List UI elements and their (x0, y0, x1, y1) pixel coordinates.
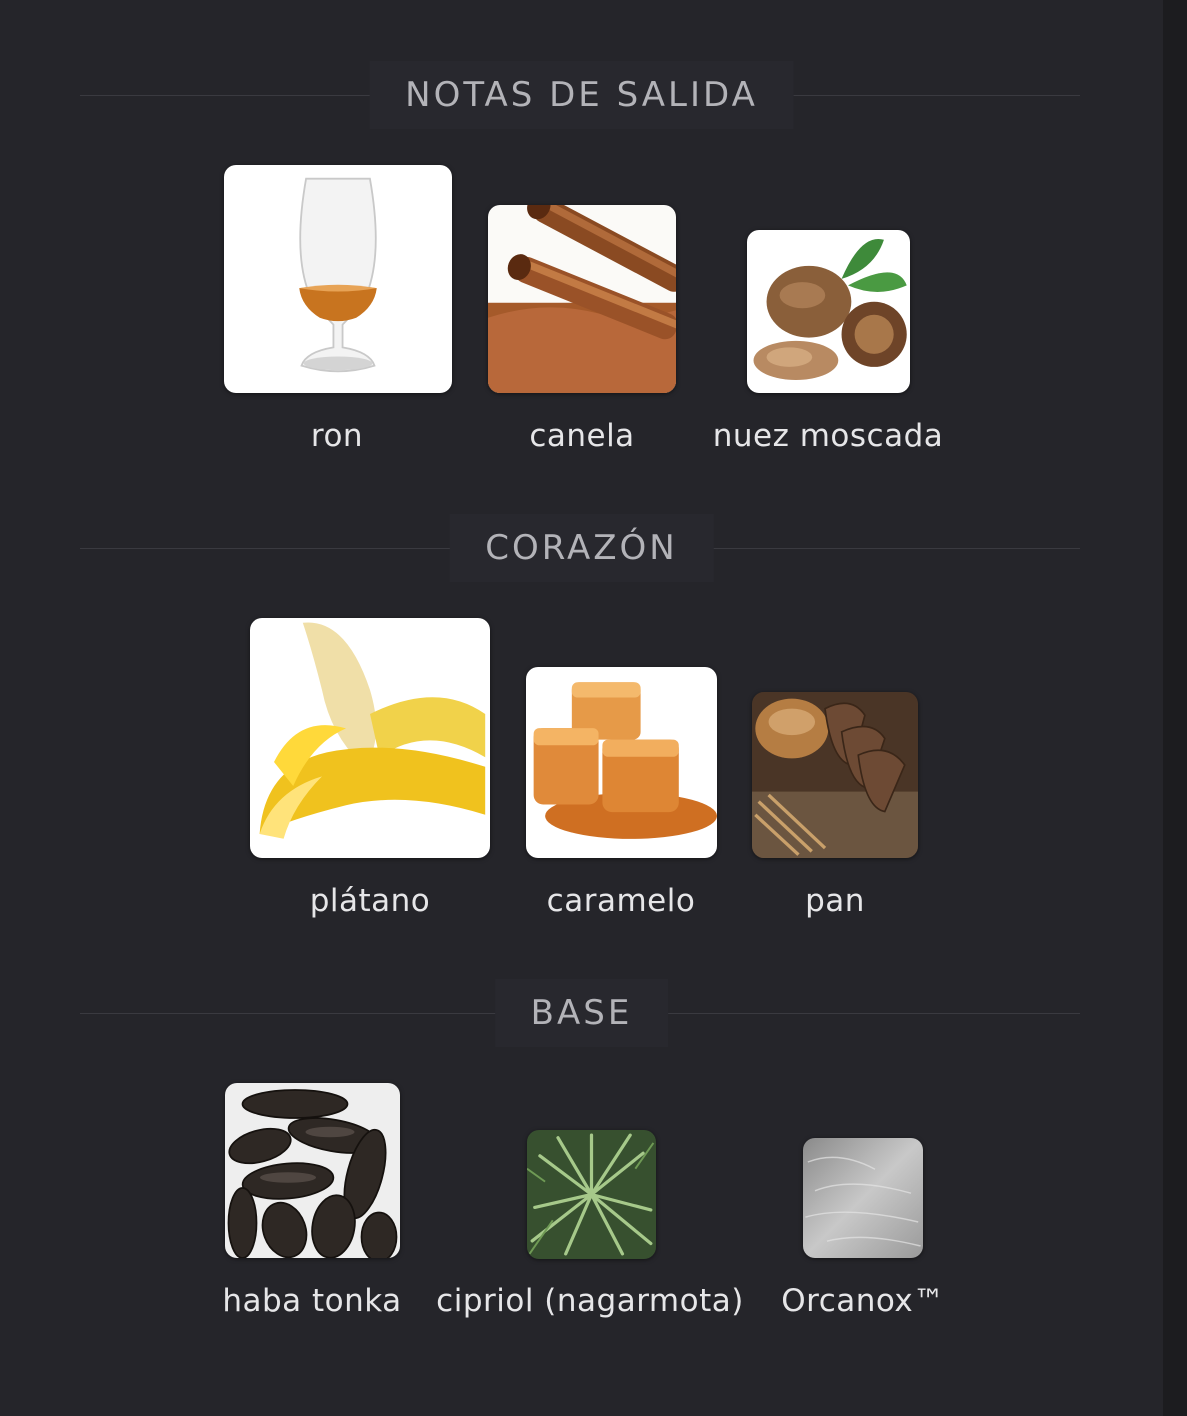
note-label: ron (310, 418, 364, 454)
banana-image (250, 618, 490, 858)
nutmeg-image (747, 230, 910, 393)
section-title: BASE (494, 979, 669, 1047)
window-edge (1163, 0, 1187, 1416)
section-title: NOTAS DE SALIDA (369, 61, 794, 129)
note-label: canela (529, 418, 635, 454)
section-header-base-notes: BASE (0, 979, 1163, 1049)
section-header-top-notes: NOTAS DE SALIDA (0, 61, 1163, 131)
note-label: plátano (309, 883, 431, 919)
cypriol-plant-image (527, 1130, 656, 1259)
note-label: cipriol (nagarmota) (436, 1283, 744, 1319)
note-label: Orcanox™ (781, 1283, 945, 1319)
orcanox-texture-image (803, 1138, 923, 1258)
note-label: caramelo (546, 883, 696, 919)
bread-image (752, 692, 918, 858)
note-label: nuez moscada (712, 418, 944, 454)
caramel-image (526, 667, 717, 858)
note-label: haba tonka (222, 1283, 402, 1319)
tonka-bean-image (225, 1083, 400, 1258)
notes-panel: NOTAS DE SALIDA ron canela nuez moscada … (0, 0, 1163, 1416)
note-label: pan (805, 883, 865, 919)
section-header-heart-notes: CORAZÓN (0, 514, 1163, 584)
cinnamon-image (488, 205, 676, 393)
section-title: CORAZÓN (449, 514, 714, 582)
rum-glass-image (224, 165, 452, 393)
